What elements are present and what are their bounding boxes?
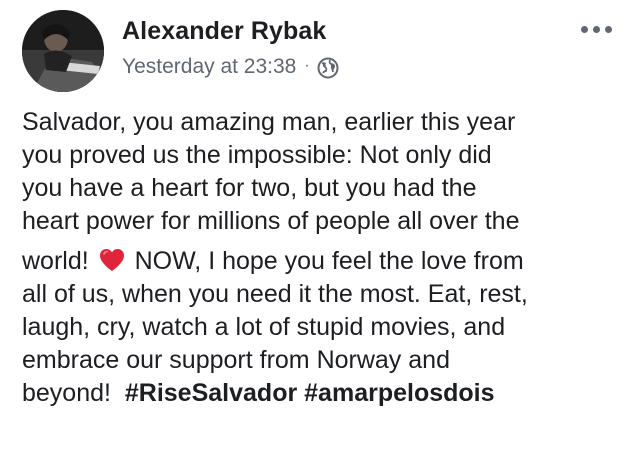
more-dot: [605, 26, 612, 33]
message-fragment: NOW, I hope you feel the love from: [134, 247, 524, 275]
meta-separator: ·: [304, 57, 310, 74]
message-fragment: world!: [22, 247, 89, 275]
message-fragment: beyond!: [22, 379, 111, 407]
hashtag-amarpelosdois[interactable]: #amarpelosdois: [304, 379, 494, 407]
message-line: embrace our support from Norway and: [22, 346, 450, 374]
avatar[interactable]: [22, 10, 104, 92]
post-message: Salvador, you amazing man, earlier this …: [22, 106, 622, 410]
red-heart-icon: [98, 247, 126, 273]
profile-photo: [22, 10, 104, 92]
message-line: beyond! #RiseSalvador #amarpelosdois: [22, 377, 622, 410]
globe-icon[interactable]: [317, 57, 339, 79]
message-line: Salvador, you amazing man, earlier this …: [22, 108, 516, 136]
post-meta: Yesterday at 23:38 ·: [122, 55, 339, 79]
post-timestamp[interactable]: Yesterday at 23:38: [122, 55, 296, 79]
more-options-icon[interactable]: [581, 26, 612, 33]
message-line: all of us, when you need it the most. Ea…: [22, 280, 528, 308]
hashtag-rise-salvador[interactable]: #RiseSalvador: [125, 379, 297, 407]
message-line: you proved us the impossible: Not only d…: [22, 141, 492, 169]
message-line: heart power for millions of people all o…: [22, 207, 520, 235]
more-dot: [581, 26, 588, 33]
facebook-post: Alexander Rybak Yesterday at 23:38 · Sal…: [0, 0, 634, 457]
message-line: laugh, cry, watch a lot of stupid movies…: [22, 313, 506, 341]
message-line: you have a heart for two, but you had th…: [22, 174, 477, 202]
author-name[interactable]: Alexander Rybak: [122, 17, 326, 46]
more-dot: [593, 26, 600, 33]
message-line: world! NOW, I hope you feel the love fro…: [22, 238, 622, 278]
